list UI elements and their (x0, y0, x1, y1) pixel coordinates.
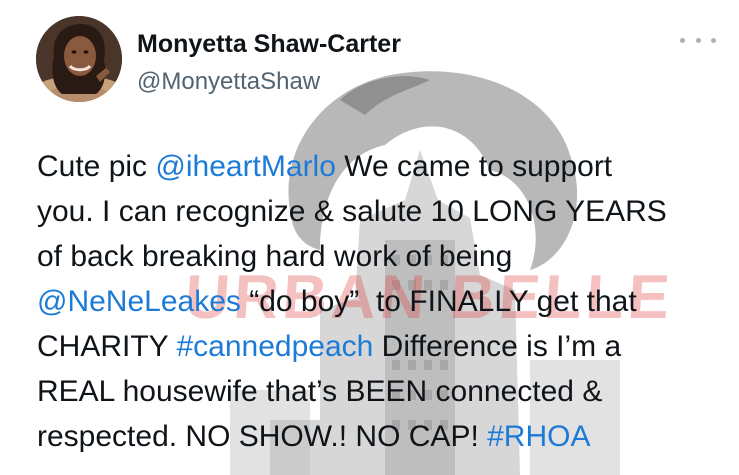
hashtag-link[interactable]: #cannedpeach (176, 330, 373, 363)
tweet-line: respected. NO SHOW.! NO CAP! #RHOA (37, 414, 727, 459)
tweet-line: REAL housewife that’s BEEN connected & (37, 369, 727, 414)
tweet-text-segment: “do boy” to FINALLY get that (240, 285, 637, 318)
mention-link[interactable]: @iheartMarlo (155, 150, 336, 183)
user-handle[interactable]: @MonyettaShaw (137, 68, 320, 96)
tweet-text-segment: Difference is I’m a (373, 330, 622, 363)
tweet-text-segment: respected. NO SHOW.! NO CAP! (37, 420, 488, 453)
tweet-text-segment: you. I can recognize & salute 10 LONG YE… (37, 195, 667, 228)
hashtag-link[interactable]: #RHOA (487, 420, 590, 453)
tweet-text-segment: We came to support (335, 150, 613, 183)
tweet-text-segment: of back breaking hard work of being (37, 240, 513, 273)
tweet-text-segment: REAL housewife that’s BEEN connected & (37, 375, 603, 408)
dot (695, 37, 701, 43)
more-horizontal-icon[interactable] (680, 32, 716, 48)
tweet-text-segment: Cute pic (37, 150, 156, 183)
display-name[interactable]: Monyetta Shaw-Carter (137, 30, 401, 59)
tweet-text-segment: CHARITY (37, 330, 177, 363)
avatar[interactable] (36, 16, 122, 102)
dot (711, 37, 716, 43)
profile-photo (36, 16, 122, 102)
tweet-line: Cute pic @iheartMarlo We came to support (37, 144, 727, 189)
tweet-line: CHARITY #cannedpeach Difference is I’m a (37, 324, 727, 369)
tweet-text: Cute pic @iheartMarlo We came to support… (37, 144, 727, 459)
dot (680, 37, 685, 43)
tweet-card: URBAN BELLE Monyetta Shaw-Carter @Monyet… (0, 0, 739, 475)
tweet-line: @NeNeLeakes “do boy” to FINALLY get that (37, 279, 727, 324)
tweet-header: Monyetta Shaw-Carter @MonyettaShaw (36, 16, 716, 106)
mention-link[interactable]: @NeNeLeakes (37, 285, 241, 318)
tweet-line: you. I can recognize & salute 10 LONG YE… (37, 189, 727, 234)
tweet-line: of back breaking hard work of being (37, 234, 727, 279)
